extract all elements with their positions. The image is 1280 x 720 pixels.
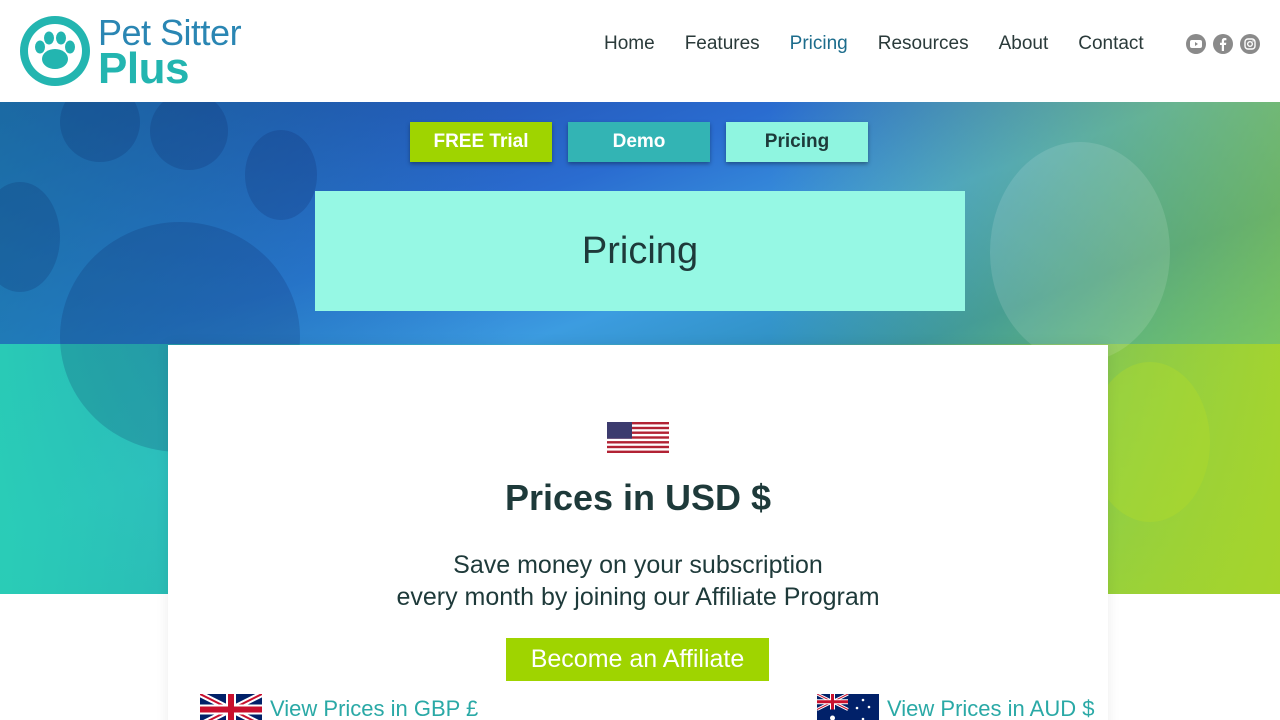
pricing-button[interactable]: Pricing (726, 122, 868, 162)
currency-heading: Prices in USD $ (504, 477, 772, 518)
us-flag-icon (607, 422, 669, 453)
site-logo[interactable]: Pet Sitter Plus (18, 12, 258, 93)
nav-contact[interactable]: Contact (1078, 33, 1143, 55)
aud-prices-link[interactable]: View Prices in AUD $ (817, 694, 1094, 720)
nav-resources[interactable]: Resources (878, 33, 969, 55)
site-header: Pet Sitter Plus Home Features Pricing Re… (0, 0, 1280, 102)
nav-about[interactable]: About (999, 33, 1049, 55)
affiliate-description: Save money on your subscription every mo… (168, 549, 1108, 613)
paw-print-decoration (245, 130, 317, 220)
demo-button[interactable]: Demo (568, 122, 710, 162)
gbp-link-text[interactable]: View Prices in GBP £ (270, 694, 478, 720)
nav-home[interactable]: Home (604, 33, 655, 55)
affiliate-description-line2: every month by joining our Affiliate Pro… (396, 583, 880, 611)
page-title: Pricing (581, 229, 699, 272)
nav-features[interactable]: Features (685, 33, 760, 55)
main-nav: Home Features Pricing Resources About Co… (604, 33, 1144, 55)
nav-pricing[interactable]: Pricing (790, 33, 848, 55)
become-affiliate-button[interactable]: Become an Affiliate (506, 638, 769, 681)
paw-logo-icon (20, 16, 90, 86)
gbp-prices-link[interactable]: View Prices in GBP £ (200, 694, 478, 720)
logo-text-secondary: Plus (98, 44, 189, 93)
australia-flag-icon (817, 694, 879, 720)
instagram-icon[interactable] (1240, 34, 1260, 54)
paw-print-decoration (1090, 362, 1210, 522)
affiliate-description-line1: Save money on your subscription (453, 551, 823, 579)
youtube-icon[interactable] (1186, 34, 1206, 54)
free-trial-button[interactable]: FREE Trial (410, 122, 552, 162)
aud-link-text[interactable]: View Prices in AUD $ (887, 694, 1094, 720)
pricing-card: Prices in USD $ Save money on your subsc… (168, 345, 1108, 720)
social-links (1186, 34, 1260, 54)
paw-print-decoration (990, 142, 1170, 362)
uk-flag-icon (200, 694, 262, 720)
hero-button-row: FREE Trial Demo Pricing (410, 122, 868, 162)
facebook-icon[interactable] (1213, 34, 1233, 54)
page-title-box: Pricing (315, 191, 965, 311)
